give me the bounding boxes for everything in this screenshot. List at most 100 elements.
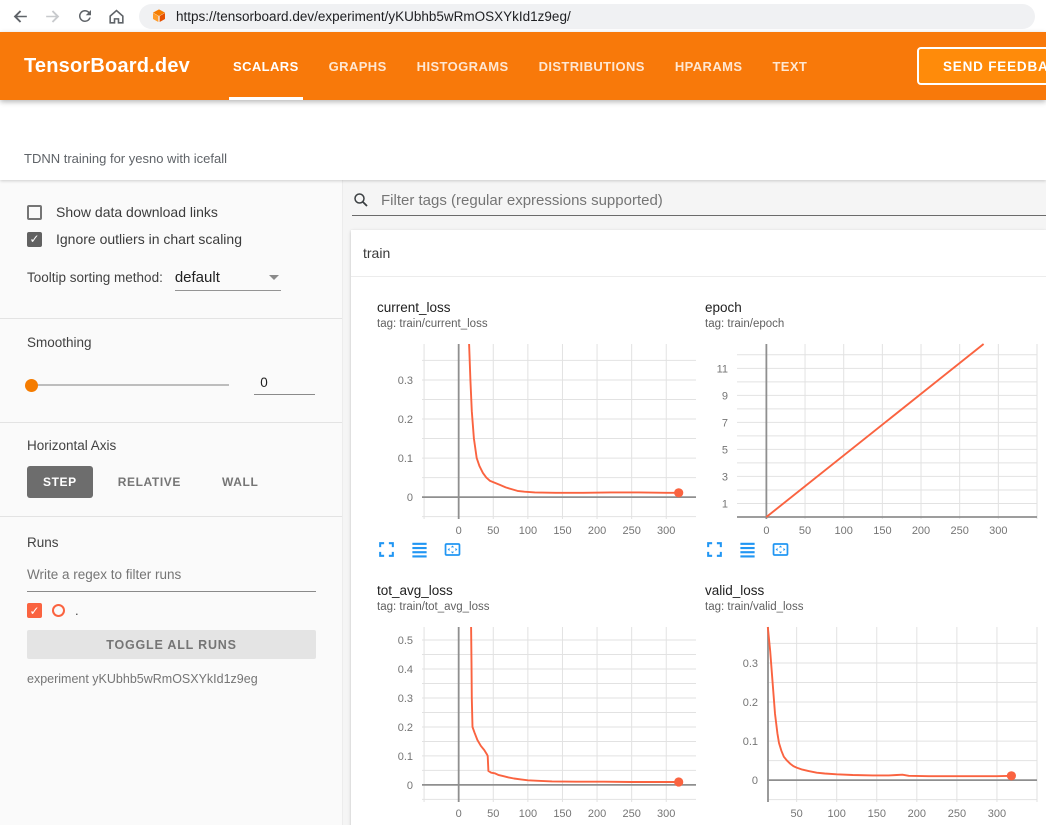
tab-hparams[interactable]: HPARAMS <box>660 32 758 100</box>
svg-text:150: 150 <box>553 808 571 820</box>
send-feedback-button[interactable]: SEND FEEDBACK <box>917 47 1046 85</box>
tooltip-sorting-row: Tooltip sorting method: default <box>27 269 315 291</box>
ignore-outliers-row[interactable]: ✓ Ignore outliers in chart scaling <box>27 231 315 247</box>
chart-tag: tag: train/valid_loss <box>705 601 1046 614</box>
smoothing-slider[interactable] <box>27 384 229 386</box>
back-arrow-icon[interactable] <box>11 7 30 26</box>
svg-text:50: 50 <box>487 808 499 820</box>
run-item[interactable]: ✓ . <box>27 603 315 618</box>
svg-text:0: 0 <box>407 780 413 792</box>
slider-thumb[interactable] <box>25 379 38 392</box>
nav-tabs: SCALARS GRAPHS HISTOGRAMS DISTRIBUTIONS … <box>218 32 822 100</box>
svg-text:5: 5 <box>722 444 728 456</box>
horizontal-axis-label: Horizontal Axis <box>27 438 315 453</box>
fit-domain-icon[interactable] <box>443 540 462 559</box>
chart-title: epoch <box>705 300 1046 316</box>
line-chart[interactable]: 05010015020025030000.10.20.3 <box>377 337 702 537</box>
search-icon <box>352 191 370 209</box>
smoothing-slider-row: 0 <box>27 375 315 395</box>
svg-text:0.2: 0.2 <box>398 414 413 426</box>
svg-text:300: 300 <box>989 525 1007 537</box>
tooltip-sorting-label: Tooltip sorting method: <box>27 270 163 285</box>
chart-title: current_loss <box>377 300 702 316</box>
chart-actions <box>705 540 1046 559</box>
content: Show data download links ✓ Ignore outlie… <box>0 180 1046 825</box>
svg-text:200: 200 <box>908 808 926 820</box>
svg-text:0.1: 0.1 <box>398 751 413 763</box>
tooltip-sorting-select[interactable]: default <box>175 269 281 291</box>
smoothing-value-field[interactable]: 0 <box>254 375 315 395</box>
chart-title: tot_avg_loss <box>377 583 702 599</box>
tag-group-header[interactable]: train <box>351 230 1046 277</box>
svg-text:0.4: 0.4 <box>398 664 413 676</box>
svg-text:100: 100 <box>519 808 537 820</box>
svg-text:250: 250 <box>951 525 969 537</box>
svg-text:0.3: 0.3 <box>398 375 413 387</box>
svg-text:300: 300 <box>657 525 675 537</box>
tab-graphs[interactable]: GRAPHS <box>314 32 402 100</box>
chart-tag: tag: train/epoch <box>705 318 1046 331</box>
svg-text:250: 250 <box>948 808 966 820</box>
svg-text:100: 100 <box>835 525 853 537</box>
tab-histograms[interactable]: HISTOGRAMS <box>402 32 524 100</box>
main-area: Filter tags (regular expressions support… <box>343 180 1046 825</box>
svg-text:0.2: 0.2 <box>398 722 413 734</box>
svg-text:0: 0 <box>456 808 462 820</box>
svg-text:250: 250 <box>623 808 641 820</box>
line-chart[interactable]: 5010015020025030000.10.20.3 <box>705 620 1046 820</box>
chart-card-valid-loss: valid_loss tag: train/valid_loss 5010015… <box>705 583 1046 825</box>
experiment-subtitle: TDNN training for yesno with icefall <box>0 100 1046 180</box>
toggle-all-runs-button[interactable]: TOGGLE ALL RUNS <box>27 630 316 659</box>
run-name: . <box>75 603 79 618</box>
runs-filter-input[interactable]: Write a regex to filter runs <box>27 567 316 592</box>
chart-tag: tag: train/tot_avg_loss <box>377 601 702 614</box>
url-bar[interactable]: https://tensorboard.dev/experiment/yKUbh… <box>139 4 1035 29</box>
svg-text:0: 0 <box>763 525 769 537</box>
wall-button[interactable]: WALL <box>206 466 274 498</box>
svg-text:0: 0 <box>407 492 413 504</box>
svg-text:0.5: 0.5 <box>398 635 413 647</box>
line-chart[interactable]: 0501001502002503001357911 <box>705 337 1046 537</box>
svg-text:100: 100 <box>828 808 846 820</box>
toggle-y-axis-icon[interactable] <box>410 540 429 559</box>
svg-text:250: 250 <box>623 525 641 537</box>
step-button[interactable]: STEP <box>27 466 93 498</box>
ignore-outliers-label: Ignore outliers in chart scaling <box>56 231 242 247</box>
chevron-down-icon <box>269 275 279 280</box>
horizontal-axis-buttons: STEP RELATIVE WALL <box>27 466 315 498</box>
chart-tag: tag: train/current_loss <box>377 318 702 331</box>
show-download-links-row[interactable]: Show data download links <box>27 204 315 220</box>
svg-text:100: 100 <box>519 525 537 537</box>
svg-text:300: 300 <box>988 808 1006 820</box>
chart-card-current-loss: current_loss tag: train/current_loss 050… <box>377 300 702 559</box>
run-color-circle-icon <box>52 604 65 617</box>
chart-card-tot-avg-loss: tot_avg_loss tag: train/tot_avg_loss 0 50… <box>377 583 702 825</box>
home-icon[interactable] <box>107 7 126 26</box>
svg-text:150: 150 <box>873 525 891 537</box>
checkbox-unchecked-icon[interactable] <box>27 205 42 220</box>
svg-text:0.3: 0.3 <box>398 693 413 705</box>
checkbox-checked-icon[interactable]: ✓ <box>27 232 42 247</box>
reload-icon[interactable] <box>75 7 94 26</box>
filter-tags-input[interactable]: Filter tags (regular expressions support… <box>352 185 1046 216</box>
toggle-y-axis-icon[interactable] <box>738 540 757 559</box>
tensorboard-favicon <box>151 8 167 24</box>
expand-chart-icon[interactable] <box>705 540 724 559</box>
svg-text:200: 200 <box>588 525 606 537</box>
tab-scalars[interactable]: SCALARS <box>218 32 314 100</box>
expand-chart-icon[interactable] <box>377 540 396 559</box>
brand-title: TensorBoard.dev <box>24 55 190 78</box>
svg-text:0: 0 <box>456 525 462 537</box>
svg-text:150: 150 <box>553 525 571 537</box>
show-download-links-label: Show data download links <box>56 204 218 220</box>
chart-title: valid_loss <box>705 583 1046 599</box>
run-checkbox-icon[interactable]: ✓ <box>27 603 42 618</box>
screen: https://tensorboard.dev/experiment/yKUbh… <box>0 0 1046 825</box>
svg-text:0: 0 <box>752 775 758 787</box>
line-chart[interactable]: 05010015020025030000.10.20.30.40.5 <box>377 620 702 820</box>
forward-arrow-icon[interactable] <box>43 7 62 26</box>
tab-distributions[interactable]: DISTRIBUTIONS <box>524 32 660 100</box>
tab-text[interactable]: TEXT <box>757 32 822 100</box>
fit-domain-icon[interactable] <box>771 540 790 559</box>
relative-button[interactable]: RELATIVE <box>102 466 197 498</box>
